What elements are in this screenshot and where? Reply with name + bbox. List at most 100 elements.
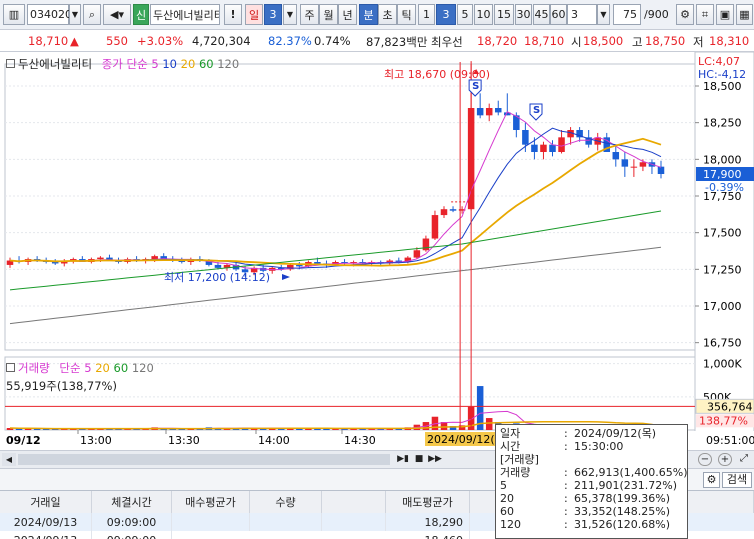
search-icon[interactable]: ⌕ bbox=[83, 4, 101, 25]
code-dropdown-icon[interactable]: ▼ bbox=[69, 4, 81, 25]
candle-body bbox=[558, 137, 565, 152]
tooltip-value: 31,526(120.68%) bbox=[574, 518, 671, 531]
lc-label: LC:4,07 bbox=[698, 55, 740, 68]
new-badge: 신 bbox=[133, 4, 149, 25]
interval-button-60[interactable]: 60 bbox=[550, 4, 567, 25]
second-button[interactable]: 초 bbox=[378, 4, 397, 25]
period-dropdown-icon[interactable]: ▼ bbox=[283, 4, 297, 25]
candle-body bbox=[440, 209, 448, 216]
settings-icon[interactable]: ⚙ bbox=[676, 4, 694, 25]
tooltip-colon: : bbox=[564, 466, 568, 479]
scroll-left-icon[interactable]: ◀ bbox=[2, 453, 16, 466]
save-icon[interactable]: ▣ bbox=[716, 4, 734, 25]
col-exec-time[interactable]: 체결시간 bbox=[92, 491, 172, 513]
legend-box-icon[interactable] bbox=[6, 59, 15, 68]
tooltip-key: 시간 bbox=[500, 440, 521, 453]
period-day-button[interactable]: 일 bbox=[245, 4, 263, 25]
tick-button[interactable]: 틱 bbox=[397, 4, 416, 25]
legend-box-icon[interactable] bbox=[6, 363, 15, 372]
current-price-label: 17,900 bbox=[703, 168, 742, 181]
tooltip-colon: : bbox=[564, 440, 568, 453]
layout-icon[interactable]: ▦ bbox=[736, 4, 753, 25]
up-arrow-icon: ▲ bbox=[70, 34, 79, 48]
time-label: 13:30 bbox=[168, 434, 200, 447]
tooltip-colon: : bbox=[564, 492, 568, 505]
tooltip-key: 일자 bbox=[500, 427, 521, 440]
col-blank[interactable] bbox=[322, 491, 386, 513]
col-sell-avg[interactable]: 매도평균가 bbox=[386, 491, 470, 513]
col-buy-avg[interactable]: 매수평균가 bbox=[172, 491, 250, 513]
col-trade-date[interactable]: 거래일 bbox=[0, 491, 92, 513]
table-search-button[interactable]: 검색 bbox=[722, 472, 752, 488]
tooltip-row: [거래량] bbox=[500, 453, 683, 466]
tooltip-row: 일자:2024/09/12(목) bbox=[500, 427, 683, 440]
play-back-icon[interactable]: ▶▮ bbox=[396, 453, 410, 466]
open-label: 시 bbox=[571, 35, 582, 49]
interval-button-5[interactable]: 5 bbox=[457, 4, 473, 25]
count-input[interactable]: 75 bbox=[613, 4, 641, 25]
interval-dropdown-icon[interactable]: ▼ bbox=[597, 4, 610, 25]
fast-forward-icon[interactable]: ▶▶ bbox=[428, 453, 442, 466]
zoom-reset-icon[interactable]: ⤢ bbox=[736, 453, 752, 466]
alert-button[interactable]: ! bbox=[224, 4, 242, 25]
stock-code-input[interactable]: 034020 bbox=[27, 4, 72, 25]
minute-button[interactable]: 분 bbox=[359, 4, 378, 25]
interval-button-3[interactable]: 3 bbox=[436, 4, 456, 25]
legend-volume-value: 55,919주(138,77%) bbox=[6, 379, 117, 393]
table-settings-icon[interactable]: ⚙ bbox=[703, 472, 720, 488]
tooltip-row: 시간:15:30:00 bbox=[500, 440, 683, 453]
open-price: 18,500 bbox=[583, 34, 624, 48]
sound-icon[interactable]: ◀▾ bbox=[103, 4, 131, 25]
time-label: 14:30 bbox=[344, 434, 376, 447]
price-change-pct: +3.03% bbox=[137, 34, 184, 48]
candle-body bbox=[314, 262, 321, 264]
menu-icon[interactable]: ▥ bbox=[3, 4, 25, 25]
best-ask: 18,720 bbox=[477, 34, 518, 48]
volume: 4,720,304 bbox=[192, 34, 251, 48]
time-label: 13:00 bbox=[80, 434, 112, 447]
week-button[interactable]: 주 bbox=[300, 4, 319, 25]
legend-vol-ma20: 20 bbox=[95, 361, 110, 375]
tooltip-value: 15:30:00 bbox=[574, 440, 624, 453]
zoom-out-icon[interactable]: − bbox=[698, 453, 712, 466]
tooltip-row: 거래량:662,913(1,400.65%) bbox=[500, 466, 688, 479]
stock-name[interactable]: 두산에너빌리티 bbox=[150, 4, 220, 25]
period-value[interactable]: 3 bbox=[264, 4, 282, 25]
time-label-date: 09/12 bbox=[6, 434, 41, 447]
col-qty[interactable]: 수량 bbox=[250, 491, 322, 513]
month-button[interactable]: 월 bbox=[319, 4, 338, 25]
tooltip-key: 120 bbox=[500, 518, 521, 531]
chart-icon[interactable]: ⌗ bbox=[696, 4, 714, 25]
scroll-track[interactable] bbox=[18, 454, 390, 465]
current-price: 18,710 bbox=[28, 34, 69, 48]
volume-bar bbox=[485, 418, 493, 430]
legend-stock-name: 두산에너빌리티 bbox=[18, 57, 93, 71]
interval-button-15[interactable]: 15 bbox=[494, 4, 514, 25]
price-tick-label: 18,250 bbox=[703, 117, 742, 130]
price-tick-label: 17,500 bbox=[703, 227, 742, 240]
candle-body bbox=[639, 162, 647, 167]
price-change: 550 bbox=[106, 34, 128, 48]
tooltip-row: 20:65,378(199.36%) bbox=[500, 492, 683, 505]
legend-volume-name: 거래량 bbox=[18, 361, 50, 375]
tooltip-row: 60:33,352(148.25%) bbox=[500, 505, 683, 518]
price-tick-label: 18,000 bbox=[703, 153, 742, 166]
tooltip-key: 60 bbox=[500, 505, 514, 518]
interval-button-10[interactable]: 10 bbox=[474, 4, 493, 25]
zoom-in-icon[interactable]: + bbox=[718, 453, 732, 466]
interval-button-30[interactable]: 30 bbox=[515, 4, 532, 25]
price-legend: 두산에너빌리티 종가 단순 5 10 20 60 120 bbox=[6, 56, 239, 72]
interval-button-1[interactable]: 1 bbox=[418, 4, 435, 25]
cell-sell: 18,460 bbox=[386, 531, 470, 539]
hc-label: HC:-4,12 bbox=[698, 68, 746, 81]
legend-vol-ma120: 120 bbox=[131, 361, 154, 375]
candle-body bbox=[657, 166, 665, 174]
interval-input[interactable]: 3 bbox=[567, 4, 597, 25]
legend-ma-type[interactable]: 종가 단순 bbox=[102, 57, 148, 71]
candle-body bbox=[531, 144, 538, 152]
legend-vol-ma-type[interactable]: 단순 bbox=[59, 361, 80, 375]
price-tick-label: 18,500 bbox=[703, 80, 742, 93]
pause-icon[interactable]: ■ bbox=[412, 453, 426, 466]
interval-button-45[interactable]: 45 bbox=[533, 4, 550, 25]
year-button[interactable]: 년 bbox=[338, 4, 357, 25]
